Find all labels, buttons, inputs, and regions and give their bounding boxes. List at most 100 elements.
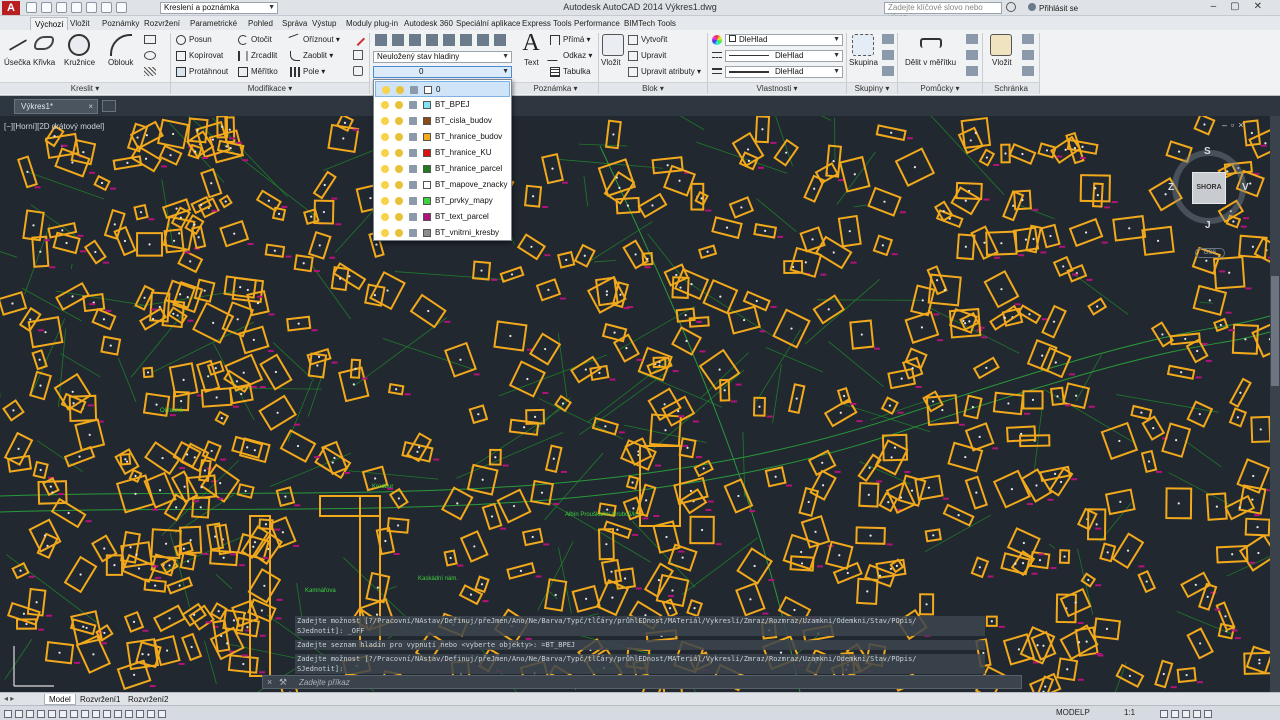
- viewport-controls[interactable]: –▫×: [1222, 120, 1247, 130]
- rotate-button[interactable]: Otočit: [238, 35, 272, 45]
- layer-row[interactable]: BT_hranice_parcel: [375, 161, 510, 177]
- isolate-icon[interactable]: [1193, 709, 1201, 718]
- new-tab-button[interactable]: [102, 100, 116, 112]
- polar-icon[interactable]: [48, 709, 56, 718]
- layer-row[interactable]: BT_BPEJ: [375, 97, 510, 113]
- move-button[interactable]: Posun: [176, 35, 212, 45]
- erase-icon[interactable]: [350, 31, 366, 47]
- sun-icon[interactable]: [395, 133, 403, 141]
- group-icon[interactable]: [852, 34, 874, 56]
- 3dosnap-icon[interactable]: [70, 709, 78, 718]
- tab-layout2[interactable]: Rozvržení2: [124, 694, 172, 705]
- bulb-icon[interactable]: [381, 133, 389, 141]
- layer-color-swatch[interactable]: [423, 165, 431, 173]
- tab-správa[interactable]: Správa: [278, 17, 311, 30]
- sun-icon[interactable]: [395, 149, 403, 157]
- table-button[interactable]: Tabulka: [550, 67, 591, 77]
- layer-color-swatch[interactable]: [423, 181, 431, 189]
- search-input[interactable]: Zadejte klíčové slovo nebo výraz.: [884, 2, 1002, 22]
- layer-row[interactable]: BT_text_parcel: [375, 209, 510, 225]
- tab-poznámky[interactable]: Poznámky: [98, 17, 143, 30]
- layer-row[interactable]: BT_hranice_KU: [375, 145, 510, 161]
- lock-icon[interactable]: [409, 229, 417, 237]
- sun-icon[interactable]: [395, 165, 403, 173]
- hardware-icon[interactable]: [1182, 709, 1190, 718]
- bulb-icon[interactable]: [381, 229, 389, 237]
- layer-state-select[interactable]: Neuložený stav hladiny ▼: [373, 51, 512, 63]
- qp-icon[interactable]: [136, 709, 144, 718]
- sun-icon[interactable]: [395, 213, 403, 221]
- viewcube-top-face[interactable]: SHORA: [1192, 172, 1226, 204]
- arc-icon[interactable]: [110, 34, 132, 56]
- edit-block-button[interactable]: Upravit: [628, 51, 666, 61]
- vertical-scrollbar[interactable]: [1270, 116, 1280, 692]
- document-tab[interactable]: Výkres1* ×: [14, 99, 98, 114]
- properties-panel-title[interactable]: Vlastnosti ▾: [708, 82, 846, 94]
- tab-model[interactable]: Model: [44, 694, 76, 705]
- array-button[interactable]: Pole ▾: [290, 67, 325, 77]
- lock-icon[interactable]: [409, 197, 417, 205]
- tab-express-tools[interactable]: Express Tools: [518, 17, 576, 30]
- transparency-icon[interactable]: [125, 709, 133, 718]
- workspace-icon[interactable]: [1160, 709, 1168, 718]
- osnap-icon[interactable]: [59, 709, 67, 718]
- layer-row[interactable]: 0: [375, 81, 510, 97]
- lock-icon[interactable]: [409, 165, 417, 173]
- measure-icon[interactable]: [920, 38, 942, 48]
- group-button[interactable]: Skupina: [849, 58, 878, 67]
- grid-icon[interactable]: [26, 709, 34, 718]
- text-icon[interactable]: A: [520, 31, 542, 55]
- bulb-icon[interactable]: [381, 117, 389, 125]
- wrench-icon[interactable]: ⚒: [279, 677, 287, 688]
- sun-icon[interactable]: [396, 86, 404, 94]
- layer-color-swatch[interactable]: [423, 229, 431, 237]
- window-controls[interactable]: –▢✕: [1204, 1, 1280, 15]
- stretch-button[interactable]: Protáhnout: [176, 67, 228, 77]
- draw-panel-title[interactable]: Kreslit ▾: [0, 82, 170, 94]
- insert-block-button[interactable]: Vložit: [601, 58, 621, 67]
- signin-link[interactable]: Přihlásit se: [1028, 3, 1078, 13]
- snap-icon[interactable]: [15, 709, 23, 718]
- layer-color-swatch[interactable]: [423, 133, 431, 141]
- text-button[interactable]: Text: [524, 58, 539, 67]
- compass-north[interactable]: S: [1204, 146, 1211, 157]
- viewport-label[interactable]: [−][Horní][2D drátový model]: [4, 122, 104, 131]
- hatch-icon[interactable]: [144, 67, 156, 76]
- tab-autodesk-360[interactable]: Autodesk 360: [400, 17, 457, 30]
- drawing-canvas[interactable]: Kamnářova Kaskádní nám. Albín Prouška/lní …: [0, 116, 1270, 692]
- layer-color-swatch[interactable]: [423, 117, 431, 125]
- layer-color-swatch[interactable]: [423, 149, 431, 157]
- lock-icon[interactable]: [409, 149, 417, 157]
- linear-dim-button[interactable]: Přímá ▾: [550, 35, 591, 45]
- lock-icon[interactable]: [409, 133, 417, 141]
- scale-button[interactable]: Měřítko: [238, 67, 278, 77]
- linetype-select[interactable]: DleHlad ▼: [725, 50, 843, 62]
- trim-button[interactable]: Oříznout ▾: [288, 33, 340, 47]
- close-icon[interactable]: ×: [88, 100, 93, 113]
- block-panel-title[interactable]: Blok ▾: [599, 82, 707, 94]
- lock-icon[interactable]: [410, 86, 418, 94]
- bulb-icon[interactable]: [381, 181, 389, 189]
- line-icon[interactable]: [8, 39, 28, 51]
- lock-icon[interactable]: [409, 117, 417, 125]
- sun-icon[interactable]: [395, 197, 403, 205]
- fillet-button[interactable]: Zaoblit ▾: [290, 51, 333, 61]
- groups-panel-title[interactable]: Skupiny ▾: [847, 82, 897, 94]
- ducs-icon[interactable]: [92, 709, 100, 718]
- fullscreen-icon[interactable]: [1204, 709, 1212, 718]
- circle-icon[interactable]: [68, 34, 90, 56]
- bulb-icon[interactable]: [381, 101, 389, 109]
- layer-row[interactable]: BT_hranice_budov: [375, 129, 510, 145]
- layer-row[interactable]: BT_prvky_mapy: [375, 193, 510, 209]
- lock-icon[interactable]: [409, 213, 417, 221]
- search-icon[interactable]: [1006, 2, 1016, 12]
- layer-color-swatch[interactable]: [423, 213, 431, 221]
- tab-performance[interactable]: Performance: [570, 17, 624, 30]
- mirror-button[interactable]: Zrcadlit: [238, 51, 277, 61]
- insert-block-icon[interactable]: [602, 34, 624, 56]
- layer-row[interactable]: BT_vnitrni_kresby: [375, 225, 510, 241]
- bulb-icon[interactable]: [381, 149, 389, 157]
- sun-icon[interactable]: [395, 101, 403, 109]
- scroll-thumb[interactable]: [1271, 276, 1279, 386]
- lock-icon[interactable]: [1171, 709, 1179, 718]
